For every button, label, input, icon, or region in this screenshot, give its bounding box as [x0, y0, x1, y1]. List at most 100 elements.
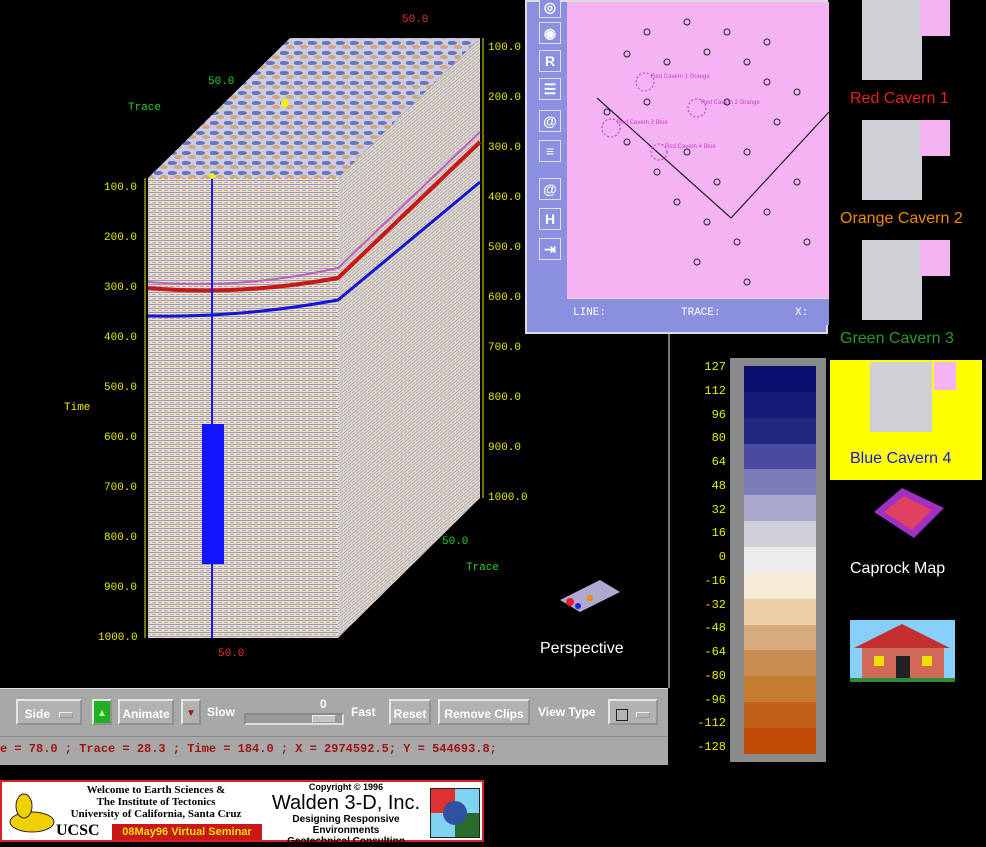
time-tick: 1000.0 [488, 492, 528, 504]
export-icon: ⇥ [544, 241, 556, 257]
colorbar-swatch [744, 598, 816, 625]
globe-logo [430, 788, 480, 838]
thumbnail-perspective[interactable] [540, 560, 630, 630]
thumbnail-caption-blue[interactable]: Blue Cavern 4 [850, 450, 951, 468]
tool-button-9[interactable]: ⇥ [539, 238, 561, 260]
time-tick: 500.0 [488, 242, 522, 254]
time-axis-label: Time [64, 402, 91, 414]
colorbar-label: 48 [711, 478, 726, 493]
remove-clips-button[interactable]: Remove Clips [438, 699, 530, 725]
amplitude-colorbar [730, 358, 826, 762]
speed-slider[interactable] [244, 713, 344, 725]
colorbar-swatch [744, 417, 816, 444]
cavern-map-label: Red Cavern 2 Orange [701, 100, 760, 106]
colorbar-label: -48 [704, 621, 726, 636]
tool-button-2[interactable]: ◉ [539, 22, 561, 44]
tool-button-6[interactable]: ≡ [539, 140, 561, 162]
remove-clips-label: Remove Clips [444, 707, 524, 721]
down-arrow-button[interactable]: ▼ [181, 699, 201, 725]
thumbnail-caption-red[interactable]: Red Cavern 1 [850, 90, 949, 108]
thumbnail-caption-caprock[interactable]: Caprock Map [850, 560, 945, 578]
map-canvas[interactable]: Red Cavern 1 Orange Red Cavern 2 Orange … [567, 2, 830, 298]
thumbnail-image [862, 240, 922, 320]
house-icon [850, 624, 955, 682]
home-button[interactable] [850, 620, 955, 682]
colorbar-label: -32 [704, 597, 726, 612]
time-tick: 700.0 [488, 342, 522, 354]
thumbnail-caption-orange[interactable]: Orange Cavern 2 [840, 210, 963, 228]
colorbar-swatch [744, 624, 816, 651]
colorbar-swatch [744, 547, 816, 573]
welcome-line-2: The Institute of Tectonics [96, 796, 216, 808]
colorbar-swatch [744, 572, 816, 599]
tool-button-5[interactable]: @ [539, 110, 561, 132]
time-tick: 400.0 [104, 332, 138, 344]
up-arrow-button[interactable]: ▲ [92, 699, 112, 725]
time-tick: 800.0 [488, 392, 522, 404]
tool-button-4[interactable]: ☰ [539, 78, 561, 100]
colorbar-swatch [744, 443, 816, 470]
colorbar-swatch [744, 391, 816, 418]
list-icon: ☰ [543, 81, 557, 97]
time-tick: 900.0 [488, 442, 522, 454]
thumbnail-caprock-map[interactable] [860, 482, 950, 552]
x-readout-label: X: [795, 307, 809, 319]
dropdown-icon [59, 711, 74, 718]
trace-readout-label: TRACE: [681, 307, 721, 319]
animate-button[interactable]: Animate [118, 699, 174, 725]
colorbar-swatch [744, 469, 816, 496]
tool-button-3[interactable]: R [539, 50, 561, 72]
colorbar-swatches [744, 366, 816, 754]
down-arrow-icon: ▼ [186, 708, 196, 719]
fast-label: Fast [351, 705, 376, 719]
thumbnail-map [920, 240, 950, 276]
up-arrow-icon: ▲ [97, 708, 107, 719]
ucsc-label: UCSC [56, 822, 100, 839]
tagline-1: Designing Responsive Environments [292, 814, 400, 836]
side-select[interactable]: Side [16, 699, 82, 725]
cavern-map-label: Red Cavern 1 Orange [651, 74, 710, 80]
thumbnail-caption-green[interactable]: Green Cavern 3 [840, 330, 954, 348]
tool-button-7[interactable]: @ [539, 178, 561, 200]
colorbar-label: 112 [704, 383, 726, 398]
reset-button[interactable]: Reset [389, 699, 431, 725]
colorbar-swatch [744, 702, 816, 729]
slider-thumb[interactable] [312, 715, 336, 723]
thumbnail-map [934, 362, 956, 390]
cavern-marker[interactable] [202, 424, 224, 564]
slow-label: Slow [207, 705, 236, 719]
cavern-map-label: Red Cavern 3 Blue [617, 120, 668, 126]
colorbar-label: -128 [697, 740, 726, 754]
line-tick-top: 50.0 [402, 14, 429, 26]
time-tick: 900.0 [104, 582, 138, 594]
colorbar-label: -80 [704, 668, 726, 683]
tool-button-8[interactable]: H [539, 208, 561, 230]
map-plot: Red Cavern 1 Orange Red Cavern 2 Orange … [596, 18, 830, 286]
thumbnail-image [870, 362, 932, 432]
time-tick: 800.0 [104, 532, 138, 544]
time-tick: 400.0 [488, 192, 522, 204]
tagline-2: Geotechnical Consulting [287, 836, 405, 847]
tool-button-1[interactable]: ◎ [539, 0, 561, 18]
welcome-line-1: Welcome to Earth Sciences & [86, 784, 226, 796]
thumbnail-caption-perspective[interactable]: Perspective [540, 640, 624, 658]
colorbar-label: 32 [711, 502, 726, 517]
caprock-map-window[interactable]: ◎ ◉ R ☰ @ ≡ @ H ⇥ Red Cavern 1 Orange Re… [525, 0, 830, 334]
thumbnail-image [862, 0, 922, 80]
thumbnail-red-cavern-1[interactable] [856, 0, 950, 86]
colorbar-swatch [744, 366, 816, 392]
spiral-icon: @ [543, 181, 557, 197]
h-icon: H [544, 211, 556, 227]
thumbnail-green-cavern-3[interactable] [856, 240, 950, 326]
view-type-label: View Type [538, 705, 596, 719]
well-head-marker [281, 99, 289, 107]
view-type-select[interactable] [608, 699, 658, 725]
thumbnail-orange-cavern-2[interactable] [856, 120, 950, 206]
line-readout-label: LINE: [573, 307, 607, 319]
colorbar-label: 0 [718, 550, 726, 564]
reset-button-label: Reset [393, 707, 427, 721]
time-tick: 100.0 [104, 182, 138, 194]
colorbar-label: 127 [704, 360, 726, 374]
colorbar-swatch [744, 728, 816, 754]
trace-tick-top: 50.0 [208, 76, 235, 88]
